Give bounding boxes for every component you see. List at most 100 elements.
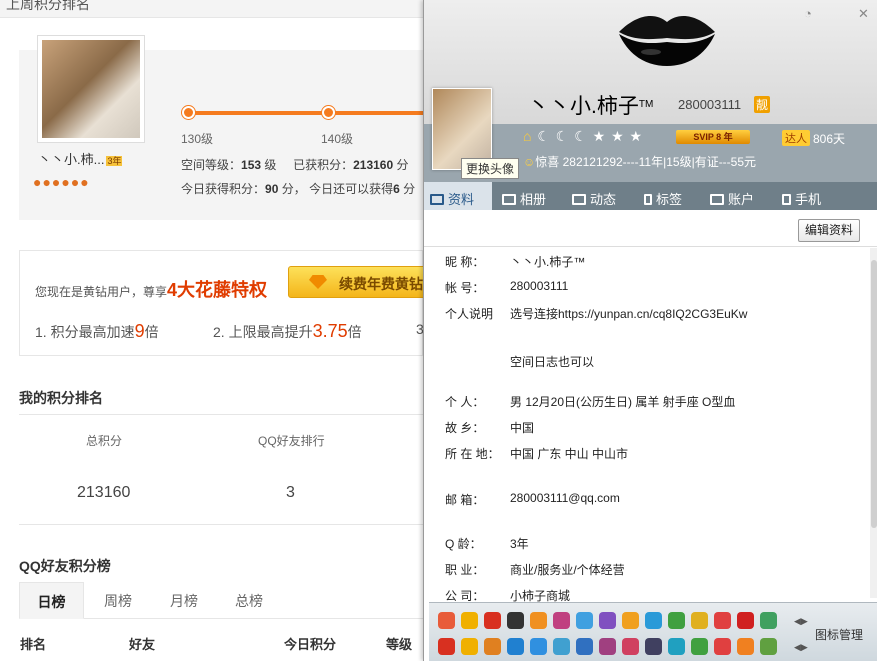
- service-icon[interactable]: [668, 612, 685, 629]
- tab-profile[interactable]: 资料: [424, 182, 492, 210]
- info-key: 昵 称：: [445, 255, 485, 269]
- divider: [19, 414, 423, 415]
- close-icon[interactable]: ✕: [858, 6, 869, 22]
- tab-feed[interactable]: 动态: [572, 182, 616, 210]
- service-icon[interactable]: [576, 612, 593, 629]
- rank-header: QQ好友排行: [258, 434, 325, 448]
- avatar-photo: [42, 40, 140, 138]
- service-icon[interactable]: [507, 638, 524, 655]
- service-icon[interactable]: [691, 612, 708, 629]
- my-rank-title: 我的积分排名: [19, 390, 103, 406]
- rank-value-friends: 3: [286, 484, 295, 501]
- service-icon[interactable]: [438, 638, 455, 655]
- service-icon[interactable]: [737, 638, 754, 655]
- info-value: 280003111: [510, 279, 569, 293]
- service-icon[interactable]: [530, 638, 547, 655]
- info-value: 3年: [510, 537, 529, 551]
- info-key: 个 人：: [445, 395, 485, 409]
- avatar[interactable]: [37, 35, 145, 143]
- service-icon[interactable]: [484, 638, 501, 655]
- service-icon[interactable]: [668, 638, 685, 655]
- talent-days: 806天: [813, 132, 846, 146]
- tab-daily[interactable]: 日榜: [19, 582, 84, 619]
- svip-badge[interactable]: SVIP 8 年: [676, 130, 750, 144]
- signature: ☺惊喜 282121292----11年|15级|有证---55元: [523, 155, 757, 169]
- friend-rank-title: QQ好友积分榜: [19, 558, 111, 574]
- service-icon[interactable]: [461, 612, 478, 629]
- info-key: 所 在 地：: [445, 447, 500, 461]
- service-icon[interactable]: [484, 612, 501, 629]
- vip-text: 您现在是黄钻用户，尊享4大花藤特权: [35, 280, 268, 300]
- space-level: 153: [241, 158, 262, 172]
- fruit-icons: ●●●●●●: [33, 174, 90, 190]
- service-icon[interactable]: [599, 638, 616, 655]
- info-key: Q 龄：: [445, 537, 482, 551]
- service-icon[interactable]: [530, 612, 547, 629]
- info-key: 故 乡：: [445, 421, 485, 435]
- service-icon[interactable]: [622, 638, 639, 655]
- info-value: 丶丶小.柿子™: [510, 255, 586, 269]
- scrollbar-thumb[interactable]: [871, 260, 877, 528]
- service-icon[interactable]: [645, 638, 662, 655]
- column-header: 排名: [20, 637, 47, 652]
- info-value: 空间日志也可以: [510, 355, 595, 369]
- renew-vip-button[interactable]: 续费年费黄钻: [288, 266, 428, 298]
- service-icon[interactable]: [714, 612, 731, 629]
- level-label: 130级: [181, 132, 214, 146]
- icons-page-arrows[interactable]: ◀▶: [794, 642, 808, 653]
- nickname[interactable]: 丶丶小.柿... 3年: [38, 149, 123, 168]
- service-icon[interactable]: [622, 612, 639, 629]
- tab-total[interactable]: 总榜: [235, 591, 263, 611]
- service-icon[interactable]: [760, 638, 777, 655]
- tab-account[interactable]: 账户: [710, 182, 754, 210]
- edit-profile-button[interactable]: 编辑资料: [798, 219, 860, 242]
- today-stats: 今日获得积分：90 分， 今日还可以获得6 分: [181, 182, 416, 196]
- column-header: 等级: [386, 637, 413, 652]
- tab-monthly[interactable]: 月榜: [170, 591, 198, 611]
- diamond-icon: [309, 275, 327, 289]
- rank-tabs: 日榜 周榜 月榜 总榜: [19, 582, 423, 619]
- tab-tags[interactable]: 标签: [644, 182, 682, 210]
- photo-icon: [502, 194, 516, 205]
- service-icon[interactable]: [507, 612, 524, 629]
- display-name: 丶丶小.柿子TM: [528, 95, 654, 118]
- service-icon[interactable]: [576, 638, 593, 655]
- service-icon[interactable]: [691, 638, 708, 655]
- service-icon[interactable]: [461, 638, 478, 655]
- service-icon[interactable]: [737, 612, 754, 629]
- avatar-tooltip: 更换头像: [461, 158, 520, 179]
- tab-album[interactable]: 相册: [502, 182, 546, 210]
- perk-2: 2. 上限最高提升3.75倍: [213, 321, 362, 341]
- page-header: 上周积分排名: [0, 0, 423, 18]
- icons-page-arrows[interactable]: ◀▶: [794, 616, 808, 627]
- list-icon: [572, 194, 586, 205]
- year-badge: 3年: [106, 156, 123, 166]
- skin-icon[interactable]: ◔: [804, 6, 812, 21]
- divider: [19, 524, 423, 525]
- tab-phone[interactable]: 手机: [782, 182, 821, 210]
- vip-highlight: 4大花藤特权: [167, 280, 268, 300]
- earned-points: 213160: [353, 158, 394, 172]
- info-key: 个人说明: [445, 307, 494, 321]
- service-icon[interactable]: [760, 612, 777, 629]
- service-icon[interactable]: [599, 612, 616, 629]
- service-icon[interactable]: [714, 638, 731, 655]
- perk-1: 1. 积分最高加速9倍: [35, 321, 159, 341]
- service-icons-row: [438, 638, 777, 656]
- rank-value-total: 213160: [77, 484, 131, 501]
- talent-badge[interactable]: 达人: [782, 130, 810, 146]
- info-value: 选号连接https://yunpan.cn/cq8IQ2CG3EuKw: [510, 307, 748, 321]
- service-icon[interactable]: [645, 612, 662, 629]
- column-header: 今日积分: [284, 637, 337, 652]
- page-title: 上周积分排名: [6, 0, 90, 12]
- lips-cover-art: [619, 16, 715, 66]
- service-icon[interactable]: [438, 612, 455, 629]
- vip-tag: 靓: [754, 96, 771, 113]
- icon-manager-link[interactable]: 图标管理: [815, 626, 863, 643]
- today-points: 90: [265, 182, 279, 196]
- info-key: 邮 箱：: [445, 493, 485, 507]
- service-icon[interactable]: [553, 638, 570, 655]
- service-icon[interactable]: [553, 612, 570, 629]
- wallet-icon: [710, 194, 724, 205]
- tab-weekly[interactable]: 周榜: [104, 591, 132, 611]
